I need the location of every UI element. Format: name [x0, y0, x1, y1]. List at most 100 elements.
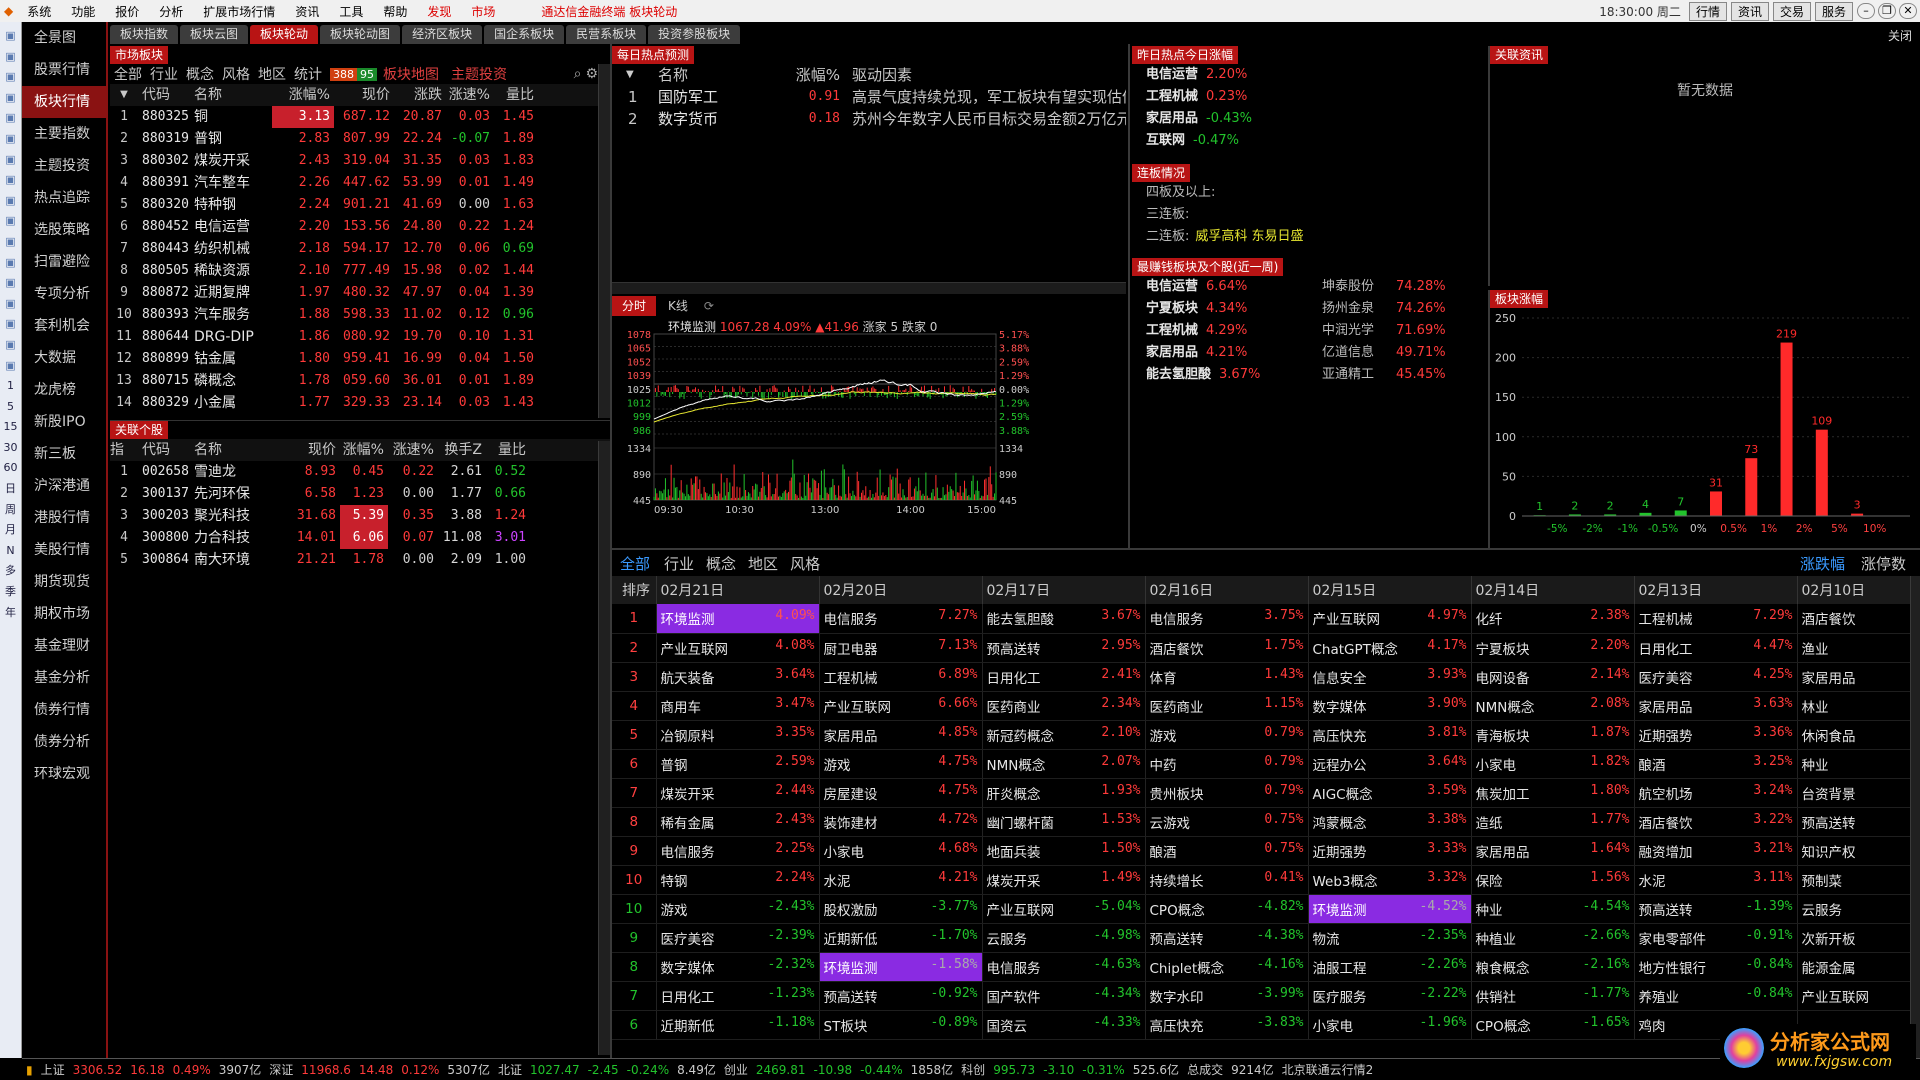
rank-cell[interactable]: 化纤 2.38%	[1470, 604, 1634, 634]
index-name[interactable]: 创业	[724, 1061, 748, 1078]
rank-cell[interactable]: 航天装备 3.64%	[655, 662, 819, 692]
tool-icon[interactable]: ▣	[5, 26, 15, 47]
filter-all[interactable]: 全部	[110, 64, 146, 84]
rank-cell[interactable]: 日用化工 -1.23%	[655, 981, 819, 1011]
rank-cell[interactable]: 焦炭加工 1.80%	[1470, 778, 1634, 808]
tool-icon[interactable]: 月	[5, 520, 16, 541]
menu-analysis[interactable]: 分析	[149, 3, 193, 20]
index-icon[interactable]: ▮	[26, 1063, 33, 1077]
weekly-sector-row[interactable]: 能去氢胆酸 3.67%	[1146, 364, 1322, 386]
rank-cell[interactable]: 产业互联网 4.97%	[1307, 604, 1471, 634]
sort-caret-icon[interactable]: ▼	[110, 84, 142, 106]
rank-cell[interactable]: 幽门螺杆菌 1.53%	[981, 807, 1145, 837]
tool-icon[interactable]: ▣	[5, 150, 15, 171]
rank-filter-concept[interactable]: 概念	[700, 553, 742, 574]
tool-icon[interactable]: 多	[5, 561, 16, 582]
menu-discover[interactable]: 发现	[417, 3, 461, 20]
rank-cell[interactable]: 医药商业 2.34%	[981, 691, 1145, 721]
nav-item[interactable]: 债券行情	[22, 694, 106, 726]
rank-cell[interactable]: 高压快充 -3.83%	[1144, 1010, 1308, 1040]
rank-cell[interactable]: 日用化工 4.47%	[1633, 633, 1797, 663]
rank-cell[interactable]: 预高送转 -4.38%	[1144, 923, 1308, 953]
rank-row[interactable]: 7 煤炭开采 2.44% 房屋建设 4.75% 肝炎概念 1.93% 贵州板块 0.79% AIG…	[612, 778, 1920, 808]
sector-row[interactable]: 4 880391 汽车整车 2.26 447.62 53.99 0.01 1.49	[110, 172, 610, 194]
rank-cell[interactable]: 电信服务 3.75%	[1144, 604, 1308, 634]
news-button[interactable]: 资讯	[1730, 1, 1769, 21]
tool-icon[interactable]: ▣	[5, 67, 15, 88]
col-header[interactable]: 代码	[142, 84, 194, 106]
server-name[interactable]: 北京联通云行情2	[1282, 1061, 1374, 1078]
rank-filter-style[interactable]: 风格	[784, 553, 826, 574]
col-header[interactable]: 涨速%	[388, 439, 438, 461]
rank-cell[interactable]: 酿酒 3.25%	[1633, 749, 1797, 779]
sector-row[interactable]: 8 880505 稀缺资源 2.10 777.49 15.98 0.02 1.44	[110, 260, 610, 282]
tool-icon[interactable]: 年	[5, 603, 16, 624]
date-header[interactable]: 02月16日	[1144, 576, 1308, 604]
quote-button[interactable]: 行情	[1688, 1, 1727, 21]
tab-sector-rotation-chart[interactable]: 板块轮动图	[320, 25, 401, 44]
rank-row[interactable]: 8 稀有金属 2.43% 装饰建材 4.72% 幽门螺杆菌 1.53% 云游戏 0.75% 鸿蒙概…	[612, 807, 1920, 837]
rank-row[interactable]: 2 产业互联网 4.08% 厨卫电器 7.13% 预高送转 2.95% 酒店餐饮 1.75% Ch…	[612, 633, 1920, 663]
nav-item[interactable]: 债券分析	[22, 726, 106, 758]
tab-investment[interactable]: 投资参股板块	[648, 25, 741, 44]
two-board-stocks[interactable]: 威孚高科 东易日盛	[1195, 226, 1303, 248]
rank-cell[interactable]: 宁夏板块 2.20%	[1470, 633, 1634, 663]
col-header[interactable]: 量比	[494, 84, 538, 106]
rank-cell[interactable]: 装饰建材 4.72%	[818, 807, 982, 837]
nav-item[interactable]: 美股行情	[22, 534, 106, 566]
weekly-stock-row[interactable]: 坤泰股份 74.28%	[1322, 276, 1472, 298]
rank-cell[interactable]: 家居用品	[1796, 662, 1920, 692]
rank-filter-region[interactable]: 地区	[742, 553, 784, 574]
sector-row[interactable]: 5 880320 特种钢 2.24 901.21 41.69 0.00 1.63	[110, 194, 610, 216]
sector-row[interactable]: 2 880319 普钢 2.83 807.99 22.24 -0.07 1.89	[110, 128, 610, 150]
rank-cell[interactable]: AIGC概念 3.59%	[1307, 778, 1471, 808]
rank-cell[interactable]: 中药 0.79%	[1144, 749, 1308, 779]
rank-cell[interactable]: 造纸 1.77%	[1470, 807, 1634, 837]
rank-cell[interactable]: 小家电 4.68%	[818, 836, 982, 866]
rank-tab-change[interactable]: 涨跌幅	[1792, 553, 1853, 574]
yesterday-row[interactable]: 电信运营 2.20%	[1146, 64, 1482, 86]
rank-cell[interactable]: 信息安全 3.93%	[1307, 662, 1471, 692]
nav-item[interactable]: 热点追踪	[22, 182, 106, 214]
rank-tab-limit-up[interactable]: 涨停数	[1853, 553, 1920, 574]
rank-cell[interactable]: 近期强势 3.33%	[1307, 836, 1471, 866]
yesterday-row[interactable]: 工程机械 0.23%	[1146, 86, 1482, 108]
weekly-stock-row[interactable]: 扬州金泉 74.26%	[1322, 298, 1472, 320]
weekly-sector-row[interactable]: 工程机械 4.29%	[1146, 320, 1322, 342]
date-header[interactable]: 02月20日	[818, 576, 982, 604]
tool-icon[interactable]: ▣	[5, 108, 15, 129]
rank-filter-industry[interactable]: 行业	[658, 553, 700, 574]
rank-cell[interactable]: 林业	[1796, 691, 1920, 721]
tool-icon[interactable]: ▣	[5, 211, 15, 232]
market-scrollbar[interactable]	[598, 64, 610, 418]
stock-row[interactable]: 5 300864 南大环境 21.21 1.78 0.00 2.09 1.00	[110, 549, 610, 571]
rank-scrollbar[interactable]	[1910, 576, 1920, 1058]
rank-cell[interactable]: 游戏 -2.43%	[655, 894, 819, 924]
nav-item[interactable]: 套利机会	[22, 310, 106, 342]
refresh-icon[interactable]: ⟳	[700, 296, 718, 316]
col-header[interactable]: 指	[110, 439, 142, 461]
stock-row[interactable]: 3 300203 聚光科技 31.68 5.39 0.35 3.88 1.24	[110, 505, 610, 527]
menu-market[interactable]: 市场	[461, 3, 505, 20]
rank-cell[interactable]: 融资增加 3.21%	[1633, 836, 1797, 866]
rank-cell[interactable]: 电网设备 2.14%	[1470, 662, 1634, 692]
rank-cell[interactable]: 国资云 -4.33%	[981, 1010, 1145, 1040]
rank-cell[interactable]: 地方性银行 -0.84%	[1633, 952, 1797, 982]
rank-cell[interactable]: 游戏 4.75%	[818, 749, 982, 779]
rank-cell[interactable]: 近期新低 -1.70%	[818, 923, 982, 953]
date-header[interactable]: 02月13日	[1633, 576, 1797, 604]
tool-icon[interactable]: ▣	[5, 191, 15, 212]
sector-row[interactable]: 9 880872 近期复牌 1.97 480.32 47.97 0.04 1.39	[110, 282, 610, 304]
nav-item[interactable]: 大数据	[22, 342, 106, 374]
sector-row[interactable]: 3 880302 煤炭开采 2.43 319.04 31.35 0.03 1.83	[110, 150, 610, 172]
rank-cell[interactable]: 持续增长 0.41%	[1144, 865, 1308, 895]
rank-row[interactable]: 3 航天装备 3.64% 工程机械 6.89% 日用化工 2.41% 体育 1.43% 信息安全 3…	[612, 662, 1920, 692]
hotspot-h-scrollbar[interactable]	[612, 282, 1126, 294]
rank-row[interactable]: 6 普钢 2.59% 游戏 4.75% NMN概念 2.07% 中药 0.79% 远程办公 3.64…	[612, 749, 1920, 779]
rank-cell[interactable]: 商用车 3.47%	[655, 691, 819, 721]
tab-kline[interactable]: K线	[656, 296, 700, 316]
date-header[interactable]: 02月17日	[981, 576, 1145, 604]
rank-cell[interactable]: 家居用品 4.85%	[818, 720, 982, 750]
stock-row[interactable]: 4 300800 力合科技 14.01 6.06 0.07 11.08 3.01	[110, 527, 610, 549]
col-header[interactable]: 名称	[194, 439, 278, 461]
